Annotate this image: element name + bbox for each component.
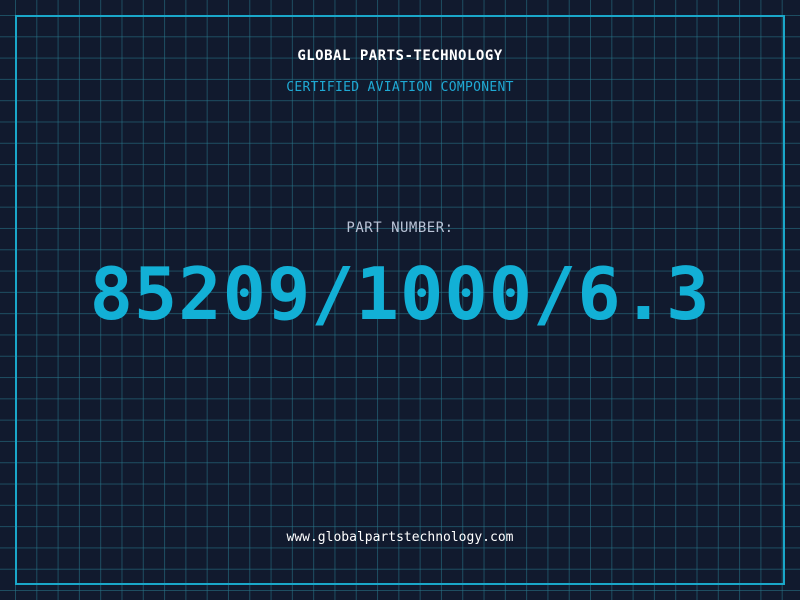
subtitle: CERTIFIED AVIATION COMPONENT (286, 80, 514, 95)
website-url: www.globalpartstechnology.com (286, 530, 514, 545)
part-number: 85209/1000/6.3 (89, 252, 711, 336)
part-number-label: PART NUMBER: (346, 220, 454, 236)
company-name: GLOBAL PARTS-TECHNOLOGY (297, 48, 503, 64)
